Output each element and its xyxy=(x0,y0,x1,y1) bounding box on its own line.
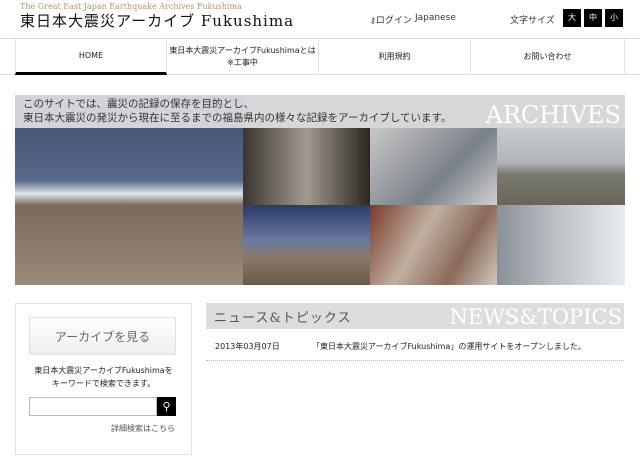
news-item[interactable]: 2013年03月07日 「東日本大震災アーカイブFukushima」の運用サイト… xyxy=(206,335,624,361)
nav-about-label: 東日本大震災アーカイブFukushimaとは xyxy=(169,46,316,55)
nav-about[interactable]: 東日本大震災アーカイブFukushimaとは ※工事中 xyxy=(167,39,319,75)
login-link[interactable]: ⚷ログイン xyxy=(370,13,412,26)
font-size-medium-button[interactable]: 中 xyxy=(584,9,602,27)
nav-contact[interactable]: お問い合わせ xyxy=(471,39,625,75)
photo-coast xyxy=(497,128,625,205)
font-size-label: 文字サイズ xyxy=(510,16,555,26)
nav-about-note: ※工事中 xyxy=(227,58,258,67)
login-label: ログイン xyxy=(375,16,412,26)
news-title: ニュース&トピックス xyxy=(214,311,352,326)
archives-watermark: ARCHIVES xyxy=(485,101,621,129)
photo-office xyxy=(370,128,497,205)
news-header: ニュース&トピックス NEWS&TOPICS xyxy=(206,303,624,329)
news-watermark: NEWS&TOPICS xyxy=(449,305,622,329)
hero-line-1: このサイトでは、震災の記録の保存を目的とし、 xyxy=(23,98,254,110)
photo-field xyxy=(243,205,370,285)
search-button[interactable]: ⚲ xyxy=(157,397,176,416)
advanced-search-link[interactable]: 詳細検索はこちら xyxy=(111,423,175,434)
nav-home[interactable]: HOME xyxy=(15,39,167,75)
photo-library xyxy=(370,205,497,285)
main-nav: HOME 東日本大震災アーカイブFukushimaとは ※工事中 利用規約 お問い… xyxy=(0,38,640,75)
language-link[interactable]: Japanese xyxy=(415,13,456,23)
news-text[interactable]: 「東日本大震災アーカイブFukushima」の運用サイトをオープンしました。 xyxy=(312,341,586,352)
desc-line-2: キーワードで検索できます。 xyxy=(51,379,156,388)
site-logo[interactable]: 東日本大震災アーカイブ Fukushima xyxy=(20,10,294,31)
search-description: 東日本大震災アーカイブFukushimaを キーワードで検索できます。 xyxy=(16,364,191,390)
search-panel: アーカイブを見る 東日本大震災アーカイブFukushimaを キーワードで検索でき… xyxy=(15,303,192,455)
hero-photo-mosaic[interactable]: このサイトでは、震災の記録の保存を目的とし、東日本大震災の発災から現在に至るまで… xyxy=(15,95,625,285)
font-size-large-button[interactable]: 大 xyxy=(563,9,581,27)
news-date: 2013年03月07日 xyxy=(215,342,280,351)
nav-terms[interactable]: 利用規約 xyxy=(319,39,471,75)
photo-building xyxy=(497,205,625,285)
hero-caption: このサイトでは、震災の記録の保存を目的とし、東日本大震災の発災から現在に至るまで… xyxy=(23,97,452,125)
hero-line-2: 東日本大震災の発災から現在に至るまでの福島県内の様々な記録をアーカイブしています… xyxy=(23,112,452,124)
keyword-search-input[interactable] xyxy=(29,397,157,416)
desc-line-1: 東日本大震災アーカイブFukushimaを xyxy=(34,366,173,375)
view-archive-button[interactable]: アーカイブを見る xyxy=(29,317,176,355)
search-icon: ⚲ xyxy=(162,400,171,413)
font-size-small-button[interactable]: 小 xyxy=(605,9,623,27)
photo-people xyxy=(243,128,370,205)
